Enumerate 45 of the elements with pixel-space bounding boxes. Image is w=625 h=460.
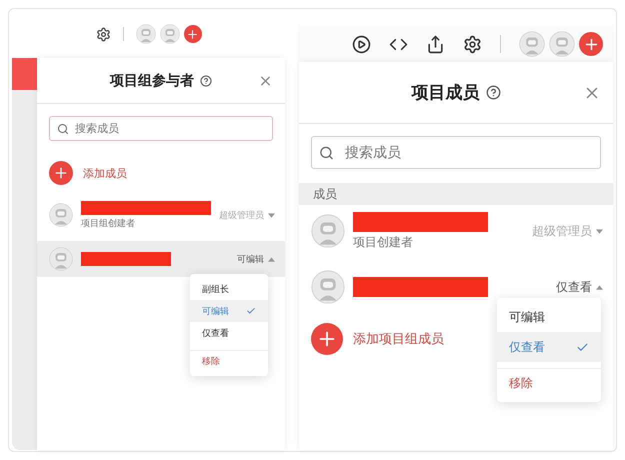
- avatar-icon: [49, 203, 73, 227]
- add-member-button[interactable]: 添加成员: [37, 161, 139, 185]
- search-field[interactable]: 搜索成员: [311, 136, 601, 169]
- menu-item[interactable]: 可编辑: [190, 300, 268, 322]
- caret-up-icon: [596, 284, 603, 290]
- menu-item[interactable]: 移除: [190, 350, 268, 372]
- plus-icon: [311, 323, 343, 355]
- help-icon[interactable]: [200, 74, 212, 86]
- menu-item[interactable]: 仅查看: [497, 332, 601, 362]
- settings-icon[interactable]: [463, 34, 482, 54]
- search-icon: [319, 145, 334, 160]
- caret-down-icon: [596, 228, 603, 234]
- add-member-button[interactable]: 添加项目组成员: [299, 323, 456, 355]
- play-icon[interactable]: [352, 34, 371, 54]
- add-icon[interactable]: [184, 25, 202, 43]
- caret-up-icon: [268, 256, 275, 262]
- search-icon: [57, 122, 69, 134]
- settings-icon[interactable]: [96, 26, 110, 42]
- avatar-icon: [49, 247, 73, 271]
- menu-item[interactable]: 仅查看: [190, 322, 268, 344]
- add-icon[interactable]: [579, 32, 603, 56]
- check-icon: [576, 340, 589, 354]
- member-subtitle: 项目组创建者: [81, 218, 136, 230]
- menu-item[interactable]: 副组长: [190, 278, 268, 300]
- role-dropdown[interactable]: 仅查看: [556, 278, 603, 296]
- panel-title: 项目成员: [412, 82, 480, 104]
- avatar-icon: [136, 24, 156, 44]
- panel-title: 项目组参与者: [110, 72, 194, 90]
- avatar-icon: [311, 270, 345, 304]
- avatar-icon: [160, 24, 180, 44]
- avatar-icon: [519, 31, 545, 57]
- share-icon[interactable]: [426, 34, 445, 54]
- member-row[interactable]: 仅查看: [299, 265, 613, 309]
- menu-item[interactable]: 移除: [497, 368, 601, 398]
- search-field[interactable]: 搜索成员: [49, 116, 273, 141]
- help-icon[interactable]: [486, 85, 500, 100]
- plus-icon: [49, 161, 73, 185]
- member-row[interactable]: 可编辑: [37, 241, 285, 277]
- check-icon: [246, 306, 256, 316]
- caret-down-icon: [268, 212, 275, 218]
- avatar-icon: [549, 31, 575, 57]
- section-header: 成员: [299, 183, 613, 205]
- role-dropdown[interactable]: 可编辑: [237, 252, 275, 266]
- avatar-icon: [311, 214, 345, 248]
- member-subtitle: 项目创建者: [353, 234, 414, 250]
